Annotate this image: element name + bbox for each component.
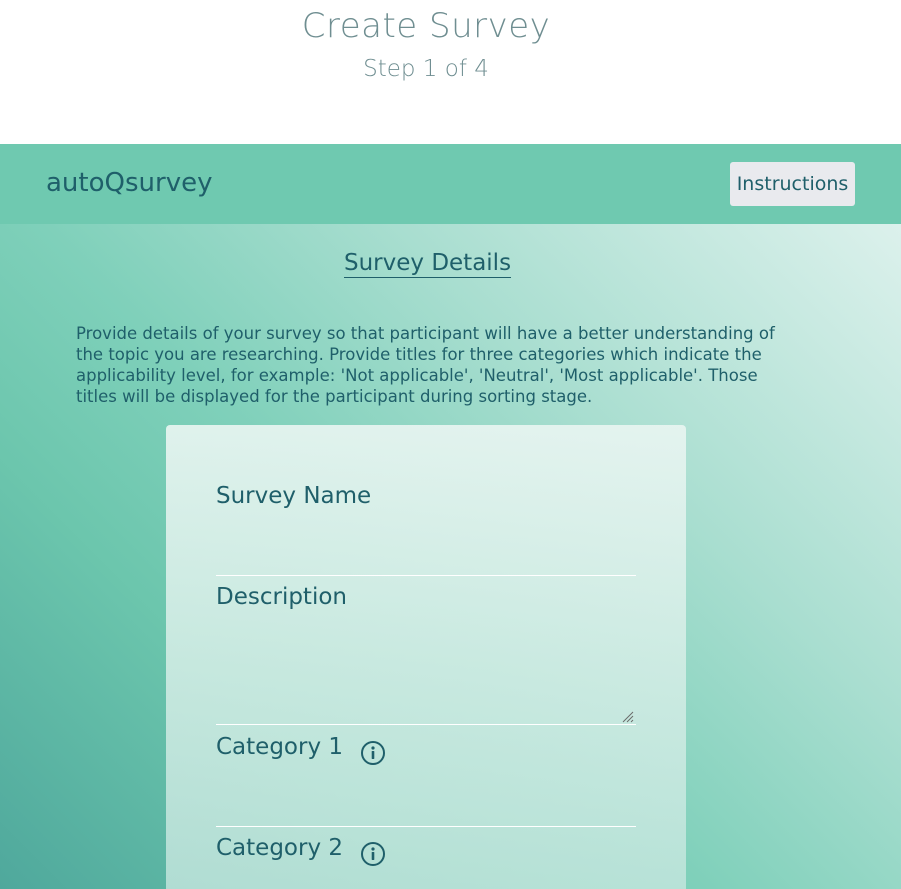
step-indicator: Step 1 of 4 xyxy=(363,56,489,82)
survey-name-underline xyxy=(216,575,636,576)
survey-name-input[interactable] xyxy=(216,537,636,567)
navbar: autoQsurvey Instructions xyxy=(0,144,901,224)
page-title: Create Survey xyxy=(301,6,551,46)
page-header: Create Survey Step 1 of 4 xyxy=(0,0,901,144)
survey-name-label: Survey Name xyxy=(216,483,372,509)
info-icon[interactable] xyxy=(360,740,386,766)
description-textarea[interactable] xyxy=(216,625,636,705)
section-description: Provide details of your survey so that p… xyxy=(76,324,775,406)
category-1-label: Category 1 xyxy=(216,734,344,760)
info-icon[interactable] xyxy=(360,841,386,867)
category-1-input[interactable] xyxy=(216,786,636,816)
category-2-label: Category 2 xyxy=(216,835,344,861)
survey-details-form: Survey Name Description Category 1 Categ… xyxy=(166,425,686,889)
section-title: Survey Details xyxy=(344,250,512,278)
main-content: Survey Details Provide details of your s… xyxy=(0,224,901,889)
brand-logo[interactable]: autoQsurvey xyxy=(46,168,212,198)
category-1-underline xyxy=(216,826,636,827)
resize-handle-icon[interactable] xyxy=(620,709,634,723)
description-label: Description xyxy=(216,584,347,610)
description-underline xyxy=(216,724,636,725)
instructions-button[interactable]: Instructions xyxy=(730,162,855,206)
